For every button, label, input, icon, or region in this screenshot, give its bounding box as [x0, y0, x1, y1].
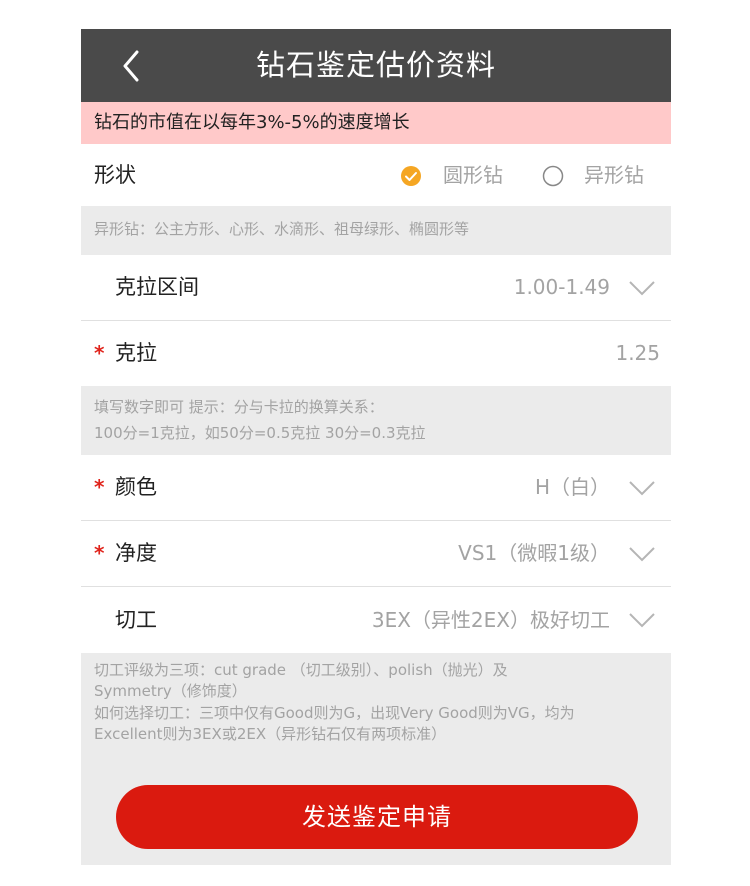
cut-label: 切工: [115, 608, 157, 632]
shape-option-special[interactable]: 异形钻: [541, 144, 671, 206]
required-mark: *: [94, 341, 105, 365]
shape-label: 形状: [94, 163, 136, 187]
chevron-down-icon: [629, 613, 655, 628]
shape-option-round[interactable]: 圆形钻: [399, 144, 519, 206]
color-row[interactable]: * 颜色 H（白）: [81, 455, 671, 520]
chevron-down-icon: [629, 281, 655, 296]
radio-checked-icon: [401, 166, 421, 186]
shape-row: 形状 圆形钻 异形钻: [81, 144, 671, 206]
carat-input[interactable]: 1.25: [615, 321, 660, 386]
submit-appraisal-button[interactable]: 发送鉴定申请: [116, 785, 638, 849]
shape-hint: 异形钻：公主方形、心形、水滴形、祖母绿形、椭圆形等: [94, 220, 470, 238]
page-title: 钻石鉴定估价资料: [255, 48, 496, 82]
clarity-label: 净度: [115, 541, 157, 565]
radio-unchecked-icon: [542, 165, 564, 187]
info-banner: 钻石的市值在以每年3%-5%的速度增长: [81, 102, 671, 144]
carat-range-label: 克拉区间: [115, 275, 199, 299]
clarity-row[interactable]: * 净度 VS1（微暇1级）: [81, 521, 671, 586]
shape-option-label: 圆形钻: [443, 163, 503, 187]
banner-text: 钻石的市值在以每年3%-5%的速度增长: [94, 112, 410, 133]
chevron-down-icon: [629, 547, 655, 562]
clarity-value: VS1（微暇1级）: [458, 541, 610, 565]
carat-hint-line2: 100分=1克拉，如50分=0.5克拉 30分=0.3克拉: [94, 424, 426, 442]
carat-label: 克拉: [115, 341, 157, 365]
cut-hint-line: 切工评级为三项：cut grade （切工级别）、polish（抛光）及: [94, 661, 508, 679]
required-mark: *: [94, 475, 105, 499]
cut-hint-line: 如何选择切工：三项中仅有Good则为G，出现Very Good则为VG，均为: [94, 704, 575, 722]
nav-bar: 钻石鉴定估价资料: [81, 29, 671, 102]
cut-row[interactable]: 切工 3EX（异性2EX）极好切工: [81, 587, 671, 653]
carat-row: * 克拉 1.25: [81, 321, 671, 386]
required-mark: *: [94, 541, 105, 565]
color-label: 颜色: [115, 475, 157, 499]
cut-value: 3EX（异性2EX）极好切工: [371, 608, 610, 632]
shape-option-label: 异形钻: [584, 163, 644, 187]
carat-hint-line1: 填写数字即可 提示：分与卡拉的换算关系：: [94, 398, 384, 416]
app-screen: 钻石鉴定估价资料 钻石的市值在以每年3%-5%的速度增长 形状 圆形钻 异形钻 …: [81, 29, 671, 865]
cut-hint-line: Excellent则为3EX或2EX（异形钻石仅有两项标准）: [94, 725, 447, 743]
cut-hint-line: Symmetry（修饰度）: [94, 682, 247, 700]
color-value: H（白）: [534, 475, 610, 499]
carat-range-row[interactable]: 克拉区间 1.00-1.49: [81, 255, 671, 320]
chevron-down-icon: [629, 481, 655, 496]
carat-range-value: 1.00-1.49: [513, 275, 610, 299]
